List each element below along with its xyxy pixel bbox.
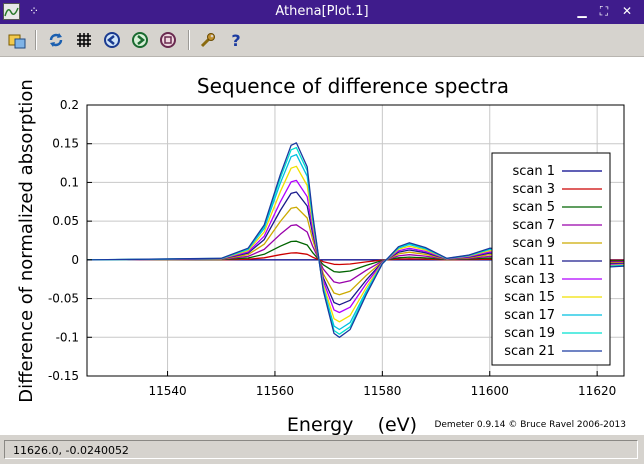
- x-tick-label: 11560: [256, 384, 294, 398]
- x-tick-label: 11600: [471, 384, 509, 398]
- difference-spectra-chart[interactable]: Sequence of difference spectra 11540 1156…: [0, 57, 644, 436]
- y-tick-label: 0.05: [52, 214, 79, 228]
- refresh-button[interactable]: [45, 29, 67, 51]
- zoom-in-button[interactable]: [101, 29, 123, 51]
- zoom-reset-button[interactable]: [157, 29, 179, 51]
- window-title: Athena[Plot.1]: [275, 4, 369, 19]
- svg-text:?: ?: [231, 31, 240, 49]
- toolbar-separator: [35, 30, 37, 50]
- wrench-icon: [200, 33, 215, 48]
- legend-label: scan 11: [504, 254, 555, 269]
- save-image-icon: [8, 34, 26, 49]
- legend-label: scan 7: [512, 218, 555, 233]
- chart-title: Sequence of difference spectra: [197, 74, 509, 98]
- y-tick-label: 0: [71, 253, 79, 267]
- help-button[interactable]: ?: [225, 29, 247, 51]
- legend-label: scan 1: [512, 164, 555, 179]
- x-axis-label: Energy (eV): [287, 414, 417, 435]
- title-bar: ⁘ Athena[Plot.1] ▁ ⛶ ✕: [0, 0, 644, 24]
- zoom-out-button[interactable]: [129, 29, 151, 51]
- legend-label: scan 21: [504, 344, 555, 359]
- x-tick-label: 11580: [363, 384, 401, 398]
- y-axis-label: Difference of normalized absorption: [16, 79, 37, 402]
- y-tick-label: 0.1: [60, 175, 79, 189]
- toolbar-separator: [188, 30, 190, 50]
- x-tick-label: 11540: [148, 384, 186, 398]
- configure-button[interactable]: [197, 29, 219, 51]
- save-image-button[interactable]: [6, 29, 28, 51]
- zoom-in-icon: [104, 32, 120, 48]
- toolbar: ?: [0, 24, 644, 57]
- plot-area[interactable]: Sequence of difference spectra 11540 1156…: [0, 57, 644, 436]
- refresh-icon: [49, 33, 63, 47]
- legend-label: scan 13: [504, 272, 555, 287]
- legend-label: scan 3: [512, 182, 555, 197]
- legend-label: scan 5: [512, 200, 555, 215]
- y-tick-label: -0.15: [48, 369, 79, 383]
- minimize-button[interactable]: ▁: [575, 4, 589, 18]
- grid-button[interactable]: [73, 29, 95, 51]
- legend-label: scan 17: [504, 308, 555, 323]
- legend-label: scan 19: [504, 326, 555, 341]
- y-tick-label: 0.2: [60, 98, 79, 112]
- close-button[interactable]: ✕: [620, 4, 634, 18]
- zoom-out-icon: [132, 32, 148, 48]
- zoom-reset-icon: [160, 32, 176, 48]
- legend: scan 1 scan 3 scan 5 scan 7 scan 9 scan 11 sca…: [491, 152, 611, 366]
- y-tick-label: -0.1: [56, 330, 79, 344]
- cursor-coordinates: 11626.0, -0.0240052: [4, 440, 638, 459]
- y-tick-label: 0.15: [52, 137, 79, 151]
- legend-label: scan 9: [512, 236, 555, 251]
- help-icon: ?: [231, 31, 240, 49]
- x-tick-label: 11620: [578, 384, 616, 398]
- y-tick-label: -0.05: [48, 292, 79, 306]
- credit-footer: Demeter 0.9.14 © Bruce Ravel 2006-2013: [434, 420, 626, 430]
- legend-label: scan 15: [504, 290, 555, 305]
- maximize-button[interactable]: ⛶: [597, 4, 611, 18]
- grid-icon: [77, 33, 91, 47]
- status-bar: 11626.0, -0.0240052: [0, 436, 644, 464]
